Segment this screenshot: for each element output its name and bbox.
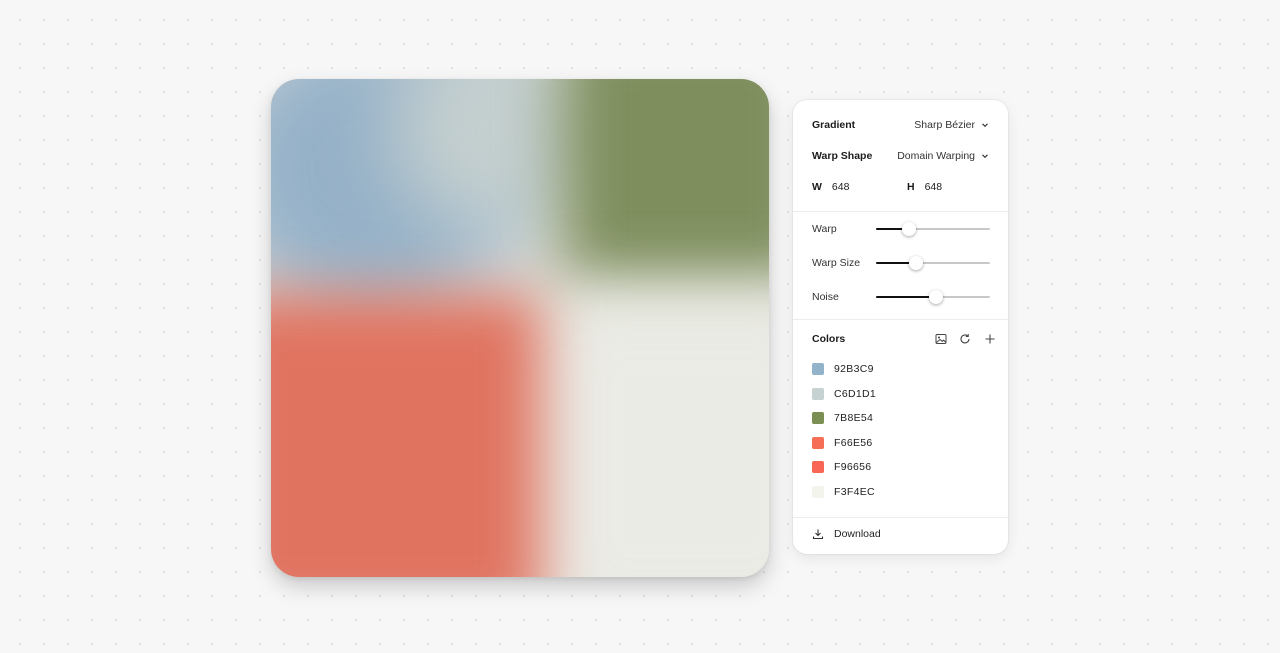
- color-swatch: [812, 437, 824, 449]
- color-swatch: [812, 412, 824, 424]
- width-field[interactable]: W 648: [812, 181, 849, 193]
- noise-label: Noise: [812, 291, 839, 303]
- color-hex: C6D1D1: [834, 388, 877, 400]
- color-swatch: [812, 388, 824, 400]
- slider-thumb[interactable]: [929, 290, 944, 304]
- color-item[interactable]: 7B8E54: [812, 410, 873, 426]
- width-value: 648: [831, 181, 850, 193]
- color-swatch: [812, 486, 824, 498]
- slider-thumb[interactable]: [908, 256, 923, 270]
- color-swatch: [812, 363, 824, 375]
- gradient-preview: [271, 79, 769, 577]
- color-item[interactable]: F96656: [812, 459, 871, 475]
- colors-header: Colors: [793, 329, 1008, 349]
- gradient-area-red: [271, 294, 541, 577]
- gradient-area-green: [561, 79, 769, 279]
- plus-icon[interactable]: [983, 332, 997, 346]
- gradient-value: Sharp Bézier: [914, 119, 975, 131]
- color-swatch: [812, 461, 824, 473]
- gradient-row: Gradient Sharp Bézier: [793, 115, 1008, 135]
- warp-shape-select[interactable]: Domain Warping: [897, 150, 989, 162]
- refresh-icon[interactable]: [958, 332, 972, 346]
- download-label: Download: [834, 528, 881, 540]
- divider: [793, 517, 1008, 518]
- height-label: H: [907, 181, 915, 193]
- divider: [793, 319, 1008, 320]
- controls-panel: Gradient Sharp Bézier Warp Shape Domain …: [793, 100, 1008, 554]
- width-label: W: [812, 181, 822, 193]
- image-icon[interactable]: [934, 332, 948, 346]
- download-button[interactable]: Download: [812, 528, 881, 540]
- chevron-down-icon: [982, 154, 988, 159]
- chevron-down-icon: [982, 123, 988, 128]
- colors-label: Colors: [812, 333, 846, 345]
- warp-size-row: Warp Size: [793, 253, 1008, 273]
- dimensions-row: W 648 H 648: [793, 177, 1008, 197]
- gradient-label: Gradient: [812, 119, 856, 131]
- slider-thumb[interactable]: [902, 222, 917, 236]
- height-field[interactable]: H 648: [907, 181, 942, 193]
- color-hex: F66E56: [834, 437, 873, 449]
- noise-slider[interactable]: [876, 290, 990, 304]
- warp-size-label: Warp Size: [812, 257, 861, 269]
- slider-fill: [876, 296, 937, 298]
- color-hex: F96656: [834, 461, 872, 473]
- divider: [793, 211, 1008, 212]
- warp-shape-row: Warp Shape Domain Warping: [793, 146, 1008, 166]
- height-value: 648: [924, 181, 943, 193]
- color-hex: F3F4EC: [834, 486, 875, 498]
- color-item[interactable]: C6D1D1: [812, 386, 876, 402]
- warp-slider[interactable]: [876, 222, 990, 236]
- gradient-area-cream: [561, 309, 769, 577]
- noise-row: Noise: [793, 287, 1008, 307]
- gradient-select[interactable]: Sharp Bézier: [914, 119, 989, 131]
- warp-row: Warp: [793, 219, 1008, 239]
- warp-size-slider[interactable]: [876, 256, 990, 270]
- color-hex: 92B3C9: [834, 363, 874, 375]
- download-icon: [812, 529, 824, 540]
- color-item[interactable]: F66E56: [812, 435, 873, 451]
- color-hex: 7B8E54: [834, 412, 874, 424]
- warp-shape-value: Domain Warping: [897, 150, 975, 162]
- warp-shape-label: Warp Shape: [812, 150, 873, 162]
- warp-label: Warp: [812, 223, 837, 235]
- color-item[interactable]: 92B3C9: [812, 361, 874, 377]
- color-item[interactable]: F3F4EC: [812, 484, 875, 500]
